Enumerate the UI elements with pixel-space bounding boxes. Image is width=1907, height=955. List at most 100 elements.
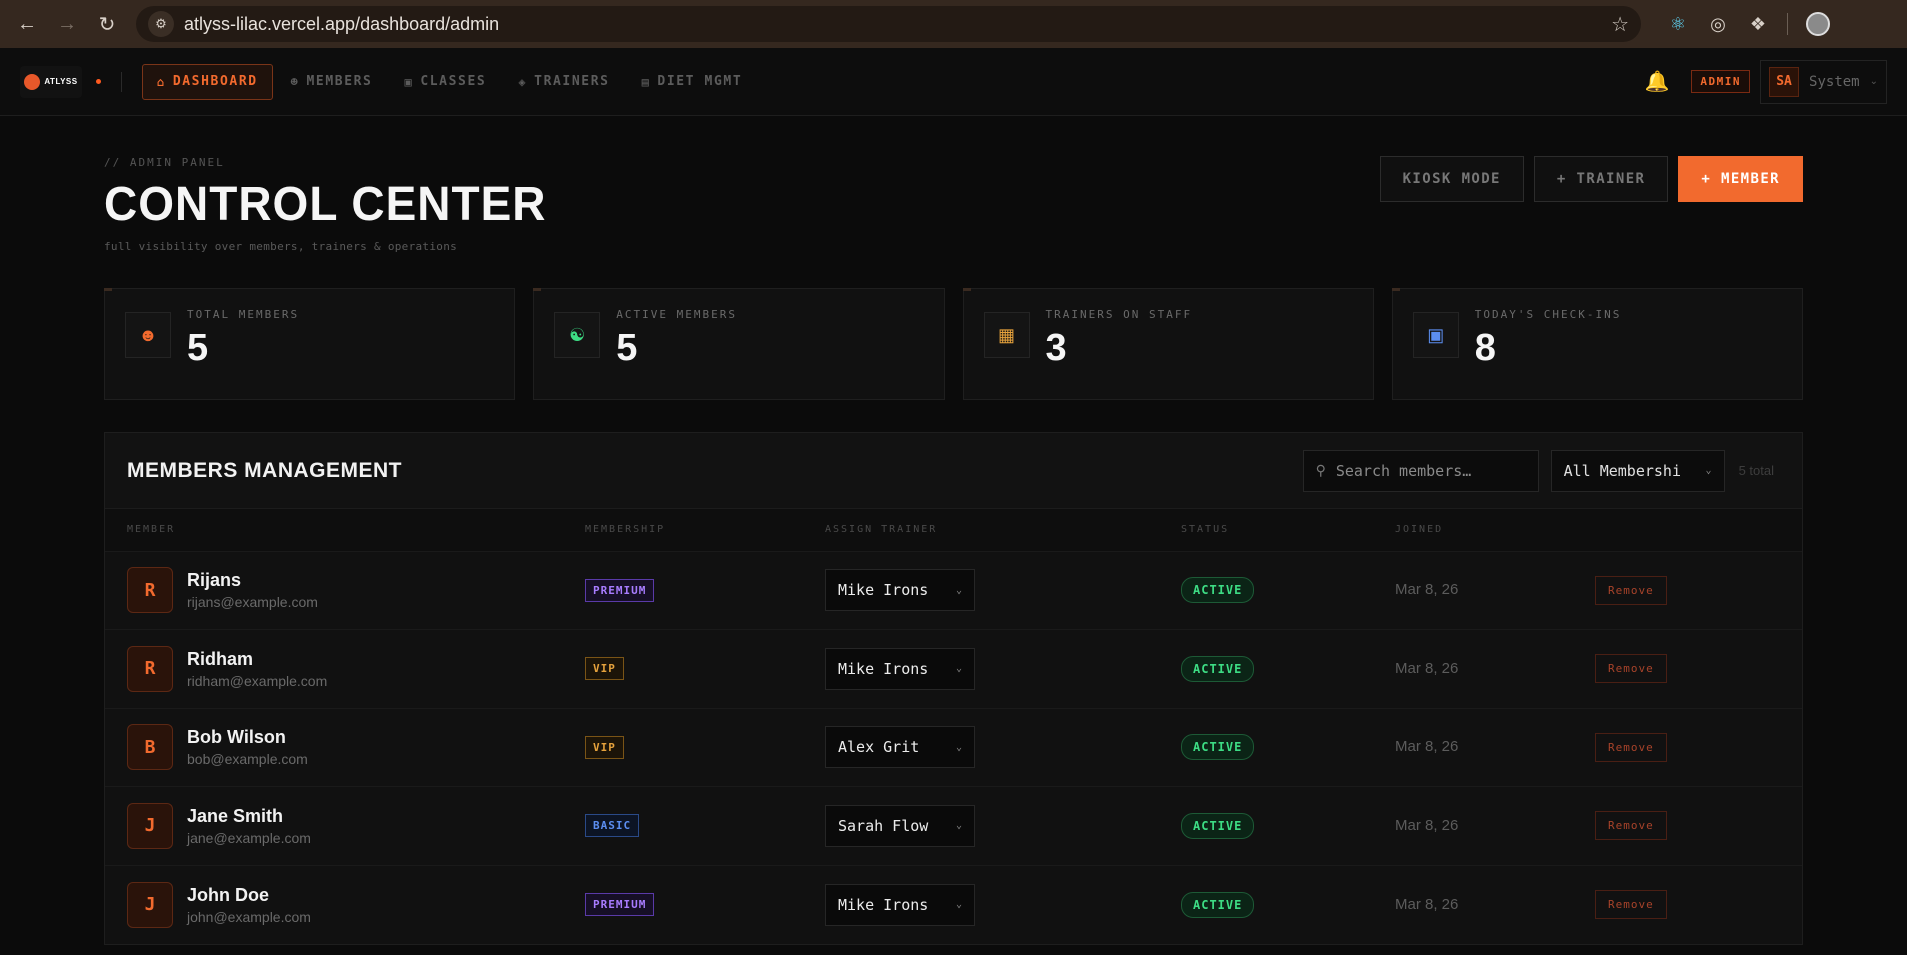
react-devtools-icon[interactable]: ⚛ [1667,14,1689,35]
column-header-trainer: ASSIGN TRAINER [803,509,1159,551]
trainer-select[interactable]: Mike Irons ⌄ [825,647,975,690]
nav-tab-members[interactable]: ☻ MEMBERS [277,64,387,100]
group-icon: ☯ [554,312,601,358]
member-cell: J John Doe john@example.com [127,881,541,928]
search-box[interactable]: ⚲ [1302,449,1539,492]
member-email: bob@example.com [187,751,308,768]
add-member-button[interactable]: + MEMBER [1678,156,1803,202]
remove-button[interactable]: Remove [1595,732,1667,762]
avatar: J [127,881,173,928]
stat-value: 5 [187,327,209,369]
chevron-down-icon: ⌄ [955,584,962,596]
search-icon: ⚲ [1315,462,1326,478]
remove-button[interactable]: Remove [1595,890,1667,919]
total-count: 5 total [1738,463,1774,478]
header-actions: KIOSK MODE + TRAINER + MEMBER [1379,156,1803,202]
trainer-value: Sarah Flow [838,816,929,835]
logo-word: ATLYSS [44,77,78,86]
target-extension-icon[interactable]: ◎ [1707,14,1729,35]
main-content: // ADMIN PANEL CONTROL CENTER full visib… [0,116,1907,945]
stat-card-active-members: ☯ ACTIVE MEMBERS 5 [533,288,945,400]
member-email: ridham@example.com [187,672,328,689]
page-kicker: // ADMIN PANEL [104,156,225,169]
membership-badge: PREMIUM [585,578,655,602]
stat-label: TRAINERS ON STAFF [1045,308,1193,321]
clipboard-icon: ▤ [641,74,651,89]
members-panel-header: MEMBERS MANAGEMENT ⚲ All Membershi ⌄ 5 t… [105,433,1802,509]
chevron-down-icon: ⌄ [955,663,962,675]
status-badge: ACTIVE [1181,577,1255,604]
remove-button[interactable]: Remove [1595,811,1667,841]
chevron-down-icon: ⌄ [1869,76,1878,87]
reload-icon[interactable]: ↻ [90,7,124,41]
kiosk-mode-button[interactable]: KIOSK MODE [1379,156,1524,202]
member-email: jane@example.com [187,829,311,846]
column-header-actions [1573,509,1802,551]
nav-tab-diet-mgmt[interactable]: ▤ DIET MGMT [628,64,757,100]
trainer-select[interactable]: Sarah Flow ⌄ [825,804,975,847]
column-header-member: MEMBER [105,509,563,551]
role-badge: ADMIN [1691,70,1751,93]
bell-icon[interactable]: 🔔 [1645,69,1670,94]
membership-badge: BASIC [585,814,640,838]
member-name[interactable]: Jane Smith [187,806,311,827]
membership-badge: PREMIUM [585,893,655,916]
url-text[interactable]: atlyss-lilac.vercel.app/dashboard/admin [184,14,1611,35]
user-menu[interactable]: SA System ⌄ [1760,59,1887,104]
nav-tab-label: DASHBOARD [172,74,258,89]
remove-button[interactable]: Remove [1595,575,1667,605]
member-name[interactable]: Rijans [187,570,318,591]
search-input[interactable] [1335,461,1516,480]
avatar: R [127,645,173,692]
logo-mark-icon [24,73,41,90]
joined-date: Mar 8, 26 [1395,816,1459,834]
trainer-select[interactable]: Mike Irons ⌄ [825,569,975,612]
status-badge: ACTIVE [1181,655,1255,682]
table-row: J John Doe john@example.com PREMIUM Mike… [105,864,1802,944]
table-row: R Rijans rijans@example.com PREMIUM Mike… [105,550,1802,630]
remove-button[interactable]: Remove [1595,654,1667,684]
trainer-select[interactable]: Alex Grit ⌄ [825,726,975,769]
app-logo[interactable]: ATLYSS [20,65,82,98]
profile-avatar[interactable] [1806,12,1830,36]
column-header-status: STATUS [1159,509,1373,551]
browser-toolbar: ← → ↻ ⚙ atlyss-lilac.vercel.app/dashboar… [0,0,1907,48]
stats-row: ☻ TOTAL MEMBERS 5 ☯ ACTIVE MEMBERS 5 ▦ T… [104,288,1803,400]
extensions-puzzle-icon[interactable]: ❖ [1747,14,1769,35]
site-settings-icon[interactable]: ⚙ [148,11,174,37]
trainer-select[interactable]: Mike Irons ⌄ [825,883,975,926]
status-badge: ACTIVE [1181,891,1255,918]
member-cell: B Bob Wilson bob@example.com [127,724,541,771]
member-name[interactable]: Ridham [187,649,327,670]
forward-icon[interactable]: → [50,7,84,41]
page-title: CONTROL CENTER [104,175,547,231]
filter-value: All Membershi [1563,461,1681,480]
users-icon: ☻ [290,74,300,89]
panel-title: MEMBERS MANAGEMENT [127,458,402,482]
back-icon[interactable]: ← [10,7,44,41]
members-table: MEMBER MEMBERSHIP ASSIGN TRAINER STATUS … [105,509,1802,944]
stat-label: ACTIVE MEMBERS [616,308,737,321]
building-icon: ▦ [983,312,1030,358]
address-bar[interactable]: ⚙ atlyss-lilac.vercel.app/dashboard/admi… [136,6,1641,42]
status-badge: ACTIVE [1181,734,1255,761]
calendar-icon: ▣ [1412,312,1459,358]
stat-value: 3 [1045,327,1067,369]
nav-tab-classes[interactable]: ▣ CLASSES [391,64,501,100]
membership-filter-select[interactable]: All Membershi ⌄ [1550,449,1725,492]
bookmark-star-icon[interactable]: ☆ [1611,12,1629,37]
stat-card-trainers: ▦ TRAINERS ON STAFF 3 [962,288,1374,400]
add-trainer-button[interactable]: + TRAINER [1533,156,1669,202]
calendar-icon: ▣ [404,74,414,89]
nav-tab-dashboard[interactable]: ⌂ DASHBOARD [142,63,273,100]
joined-date: Mar 8, 26 [1395,895,1459,913]
member-name[interactable]: Bob Wilson [187,727,308,748]
membership-badge: VIP [585,735,624,759]
member-name[interactable]: John Doe [187,885,311,906]
table-row: J Jane Smith jane@example.com BASIC Sara… [105,786,1802,865]
column-header-membership: MEMBERSHIP [563,509,803,551]
nav-tab-trainers[interactable]: ◈ TRAINERS [504,64,623,100]
user-name: System [1809,73,1860,90]
member-cell: R Rijans rijans@example.com [127,567,541,614]
avatar: SA [1769,66,1800,97]
